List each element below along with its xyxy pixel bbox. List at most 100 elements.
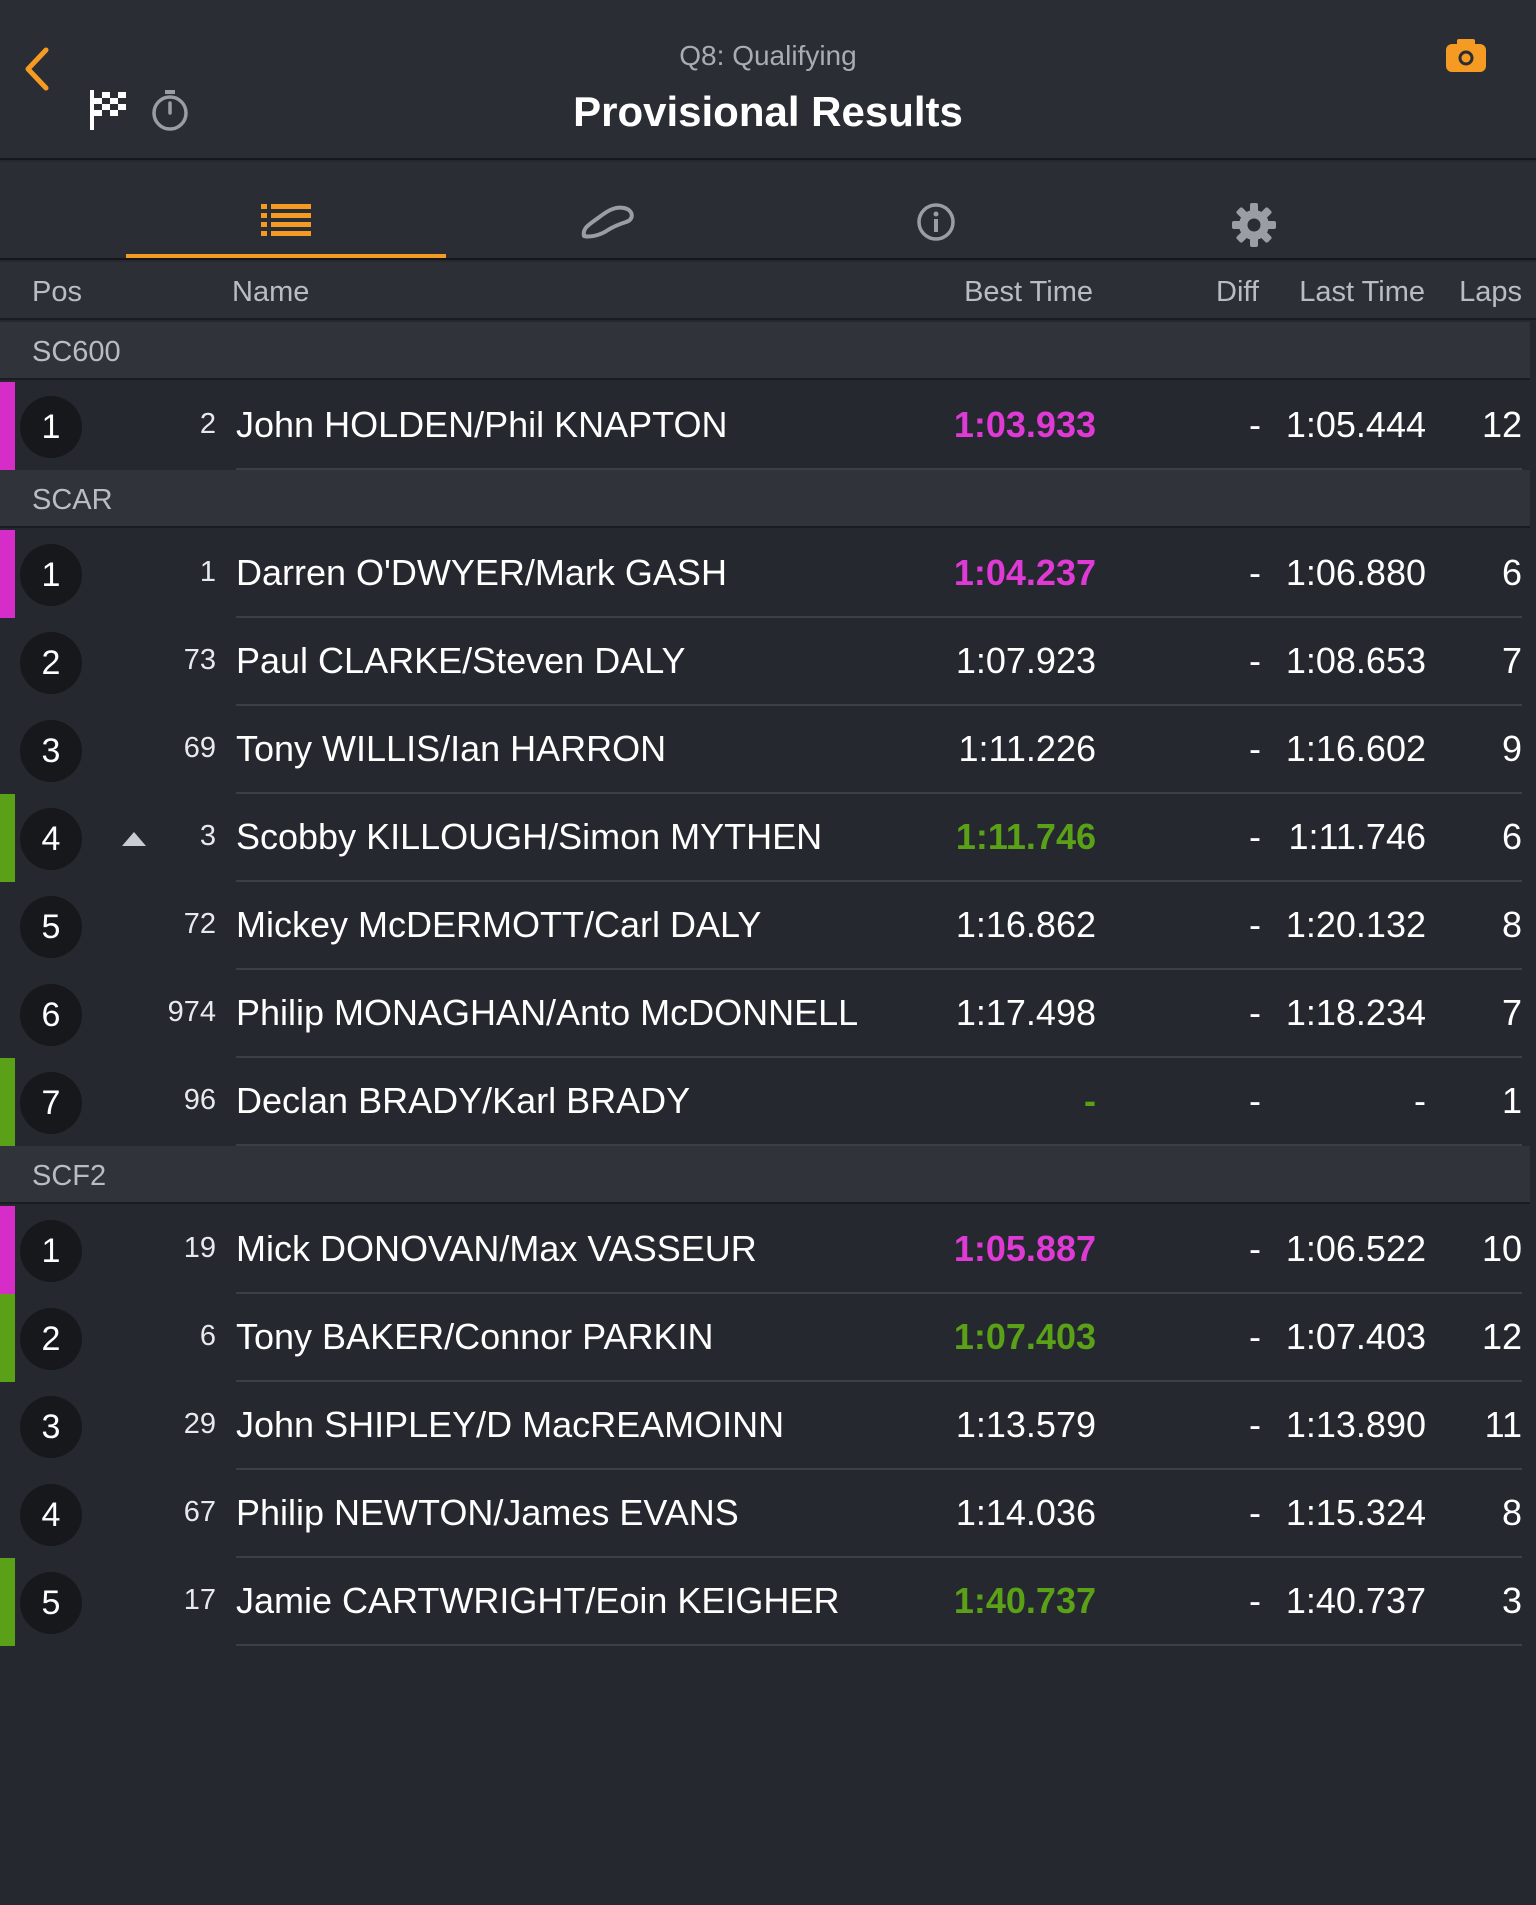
driver-names: Tony BAKER/Connor PARKIN <box>236 1316 714 1357</box>
position-up-icon <box>122 832 146 846</box>
diff: - <box>1249 904 1261 945</box>
driver-names: John SHIPLEY/D MacREAMOINN <box>236 1404 785 1445</box>
last-time: 1:11.746 <box>1288 816 1426 857</box>
status-stripe <box>0 794 15 882</box>
diff: - <box>1249 1404 1261 1445</box>
tab-track-map[interactable] <box>448 162 768 258</box>
driver-names: Philip NEWTON/James EVANS <box>236 1492 739 1533</box>
position-badge: 2 <box>20 632 82 694</box>
laps: 6 <box>1501 816 1522 857</box>
driver-names: Scobby KILLOUGH/Simon MYTHEN <box>236 816 823 857</box>
driver-names: Tony WILLIS/Ian HARRON <box>236 728 667 769</box>
position-badge: 6 <box>20 984 82 1046</box>
status-stripe <box>0 1058 15 1146</box>
result-row[interactable]: 1 19 Mick DONOVAN/Max VASSEUR 1:05.887 -1:06… <box>0 1206 1536 1294</box>
laps: 1 <box>1501 1080 1522 1121</box>
best-time: 1:13.579 <box>955 1404 1096 1445</box>
result-row[interactable]: 4 3 Scobby KILLOUGH/Simon MYTHEN 1:11.746-1… <box>0 794 1536 882</box>
column-pos[interactable]: Pos <box>32 276 82 309</box>
laps: 6 <box>1501 552 1522 593</box>
status-stripe <box>0 382 15 470</box>
last-time: 1:07.403 <box>1285 1316 1426 1357</box>
class-group-header: SCAR <box>0 470 1530 528</box>
position-badge: 5 <box>20 896 82 958</box>
last-time: 1:06.880 <box>1285 552 1426 593</box>
car-number: 67 <box>183 1496 216 1528</box>
diff: - <box>1249 552 1261 593</box>
laps: 7 <box>1501 640 1522 681</box>
status-stripe <box>0 1558 15 1646</box>
result-row[interactable]: 7 96 Declan BRADY/Karl BRADY - - - 1 <box>0 1058 1536 1146</box>
position-badge: 1 <box>20 396 82 458</box>
best-time: 1:04.237 <box>953 552 1096 593</box>
car-number: 6 <box>199 1320 216 1352</box>
laps: 12 <box>1481 404 1522 445</box>
class-name: SCAR <box>32 484 113 516</box>
car-number: 69 <box>183 732 216 764</box>
best-time: 1:40.737 <box>953 1580 1096 1621</box>
laps: 9 <box>1501 728 1522 769</box>
class-name: SC600 <box>32 336 121 368</box>
car-number: 72 <box>183 908 216 940</box>
column-last-time[interactable]: Last Time <box>1299 276 1425 309</box>
car-number: 974 <box>167 996 216 1028</box>
driver-names: Mick DONOVAN/Max VASSEUR <box>236 1228 757 1269</box>
class-group-header: SCF2 <box>0 1146 1530 1204</box>
status-stripe <box>0 1206 15 1294</box>
best-time: 1:07.923 <box>955 640 1096 681</box>
class-name: SCF2 <box>32 1160 107 1192</box>
result-row[interactable]: 6 974 Philip MONAGHAN/Anto McDONNELL 1:17.4… <box>0 970 1536 1058</box>
diff: - <box>1249 992 1261 1033</box>
tab-results-list[interactable] <box>126 162 446 258</box>
laps: 11 <box>1484 1404 1522 1445</box>
car-number: 96 <box>183 1084 216 1116</box>
position-badge: 5 <box>20 1572 82 1634</box>
last-time: 1:05.444 <box>1285 404 1426 445</box>
diff: - <box>1249 728 1261 769</box>
result-row[interactable]: 4 67 Philip NEWTON/James EVANS 1:14.036 -1:1… <box>0 1470 1536 1558</box>
result-row[interactable]: 3 29 John SHIPLEY/D MacREAMOINN 1:13.579 -1:… <box>0 1382 1536 1470</box>
best-time: 1:11.226 <box>958 728 1096 769</box>
diff: - <box>1249 1492 1261 1533</box>
position-badge: 7 <box>20 1072 82 1134</box>
column-laps[interactable]: Laps <box>1459 276 1522 309</box>
last-time: 1:13.890 <box>1285 1404 1426 1445</box>
driver-names: Declan BRADY/Karl BRADY <box>236 1080 691 1121</box>
result-row[interactable]: 2 73 Paul CLARKE/Steven DALY 1:07.923 -1:08.… <box>0 618 1536 706</box>
column-name[interactable]: Name <box>232 276 309 309</box>
tab-info[interactable] <box>776 162 1096 258</box>
diff: - <box>1249 404 1261 445</box>
car-number: 1 <box>199 556 216 588</box>
diff: - <box>1249 1580 1261 1621</box>
last-time: - <box>1414 1080 1426 1121</box>
tab-settings[interactable] <box>1094 162 1414 258</box>
list-icon <box>261 204 311 236</box>
gear-icon <box>1232 203 1276 247</box>
result-row[interactable]: 2 6 Tony BAKER/Connor PARKIN 1:07.403-1:07.… <box>0 1294 1536 1382</box>
laps: 8 <box>1501 1492 1522 1533</box>
column-diff[interactable]: Diff <box>1216 276 1259 309</box>
position-badge: 1 <box>20 544 82 606</box>
laps: 12 <box>1481 1316 1522 1357</box>
diff: - <box>1249 1316 1261 1357</box>
best-time: 1:17.498 <box>955 992 1096 1033</box>
result-row[interactable]: 3 69 Tony WILLIS/Ian HARRON 1:11.226 -1:16.6… <box>0 706 1536 794</box>
position-badge: 3 <box>20 720 82 782</box>
session-name: Q8: Qualifying <box>679 40 857 71</box>
camera-button[interactable] <box>1444 36 1488 76</box>
position-badge: 4 <box>20 808 82 870</box>
column-best-time[interactable]: Best Time <box>964 276 1093 309</box>
result-row[interactable]: 1 2 John HOLDEN/Phil KNAPTON 1:03.933-1:05.… <box>0 382 1536 470</box>
car-number: 17 <box>183 1584 216 1616</box>
best-time: 1:03.933 <box>953 404 1096 445</box>
best-time: 1:14.036 <box>955 1492 1096 1533</box>
car-number: 19 <box>183 1232 216 1264</box>
position-badge: 4 <box>20 1484 82 1546</box>
car-number: 73 <box>183 644 216 676</box>
result-row[interactable]: 1 1 Darren O'DWYER/Mark GASH 1:04.237 -1:06.… <box>0 530 1536 618</box>
result-row[interactable]: 5 72 Mickey McDERMOTT/Carl DALY 1:16.862 -1:… <box>0 882 1536 970</box>
position-badge: 1 <box>20 1220 82 1282</box>
position-badge: 2 <box>20 1308 82 1370</box>
driver-names: Mickey McDERMOTT/Carl DALY <box>236 904 762 945</box>
result-row[interactable]: 5 17 Jamie CARTWRIGHT/Eoin KEIGHER 1:40.737… <box>0 1558 1536 1646</box>
